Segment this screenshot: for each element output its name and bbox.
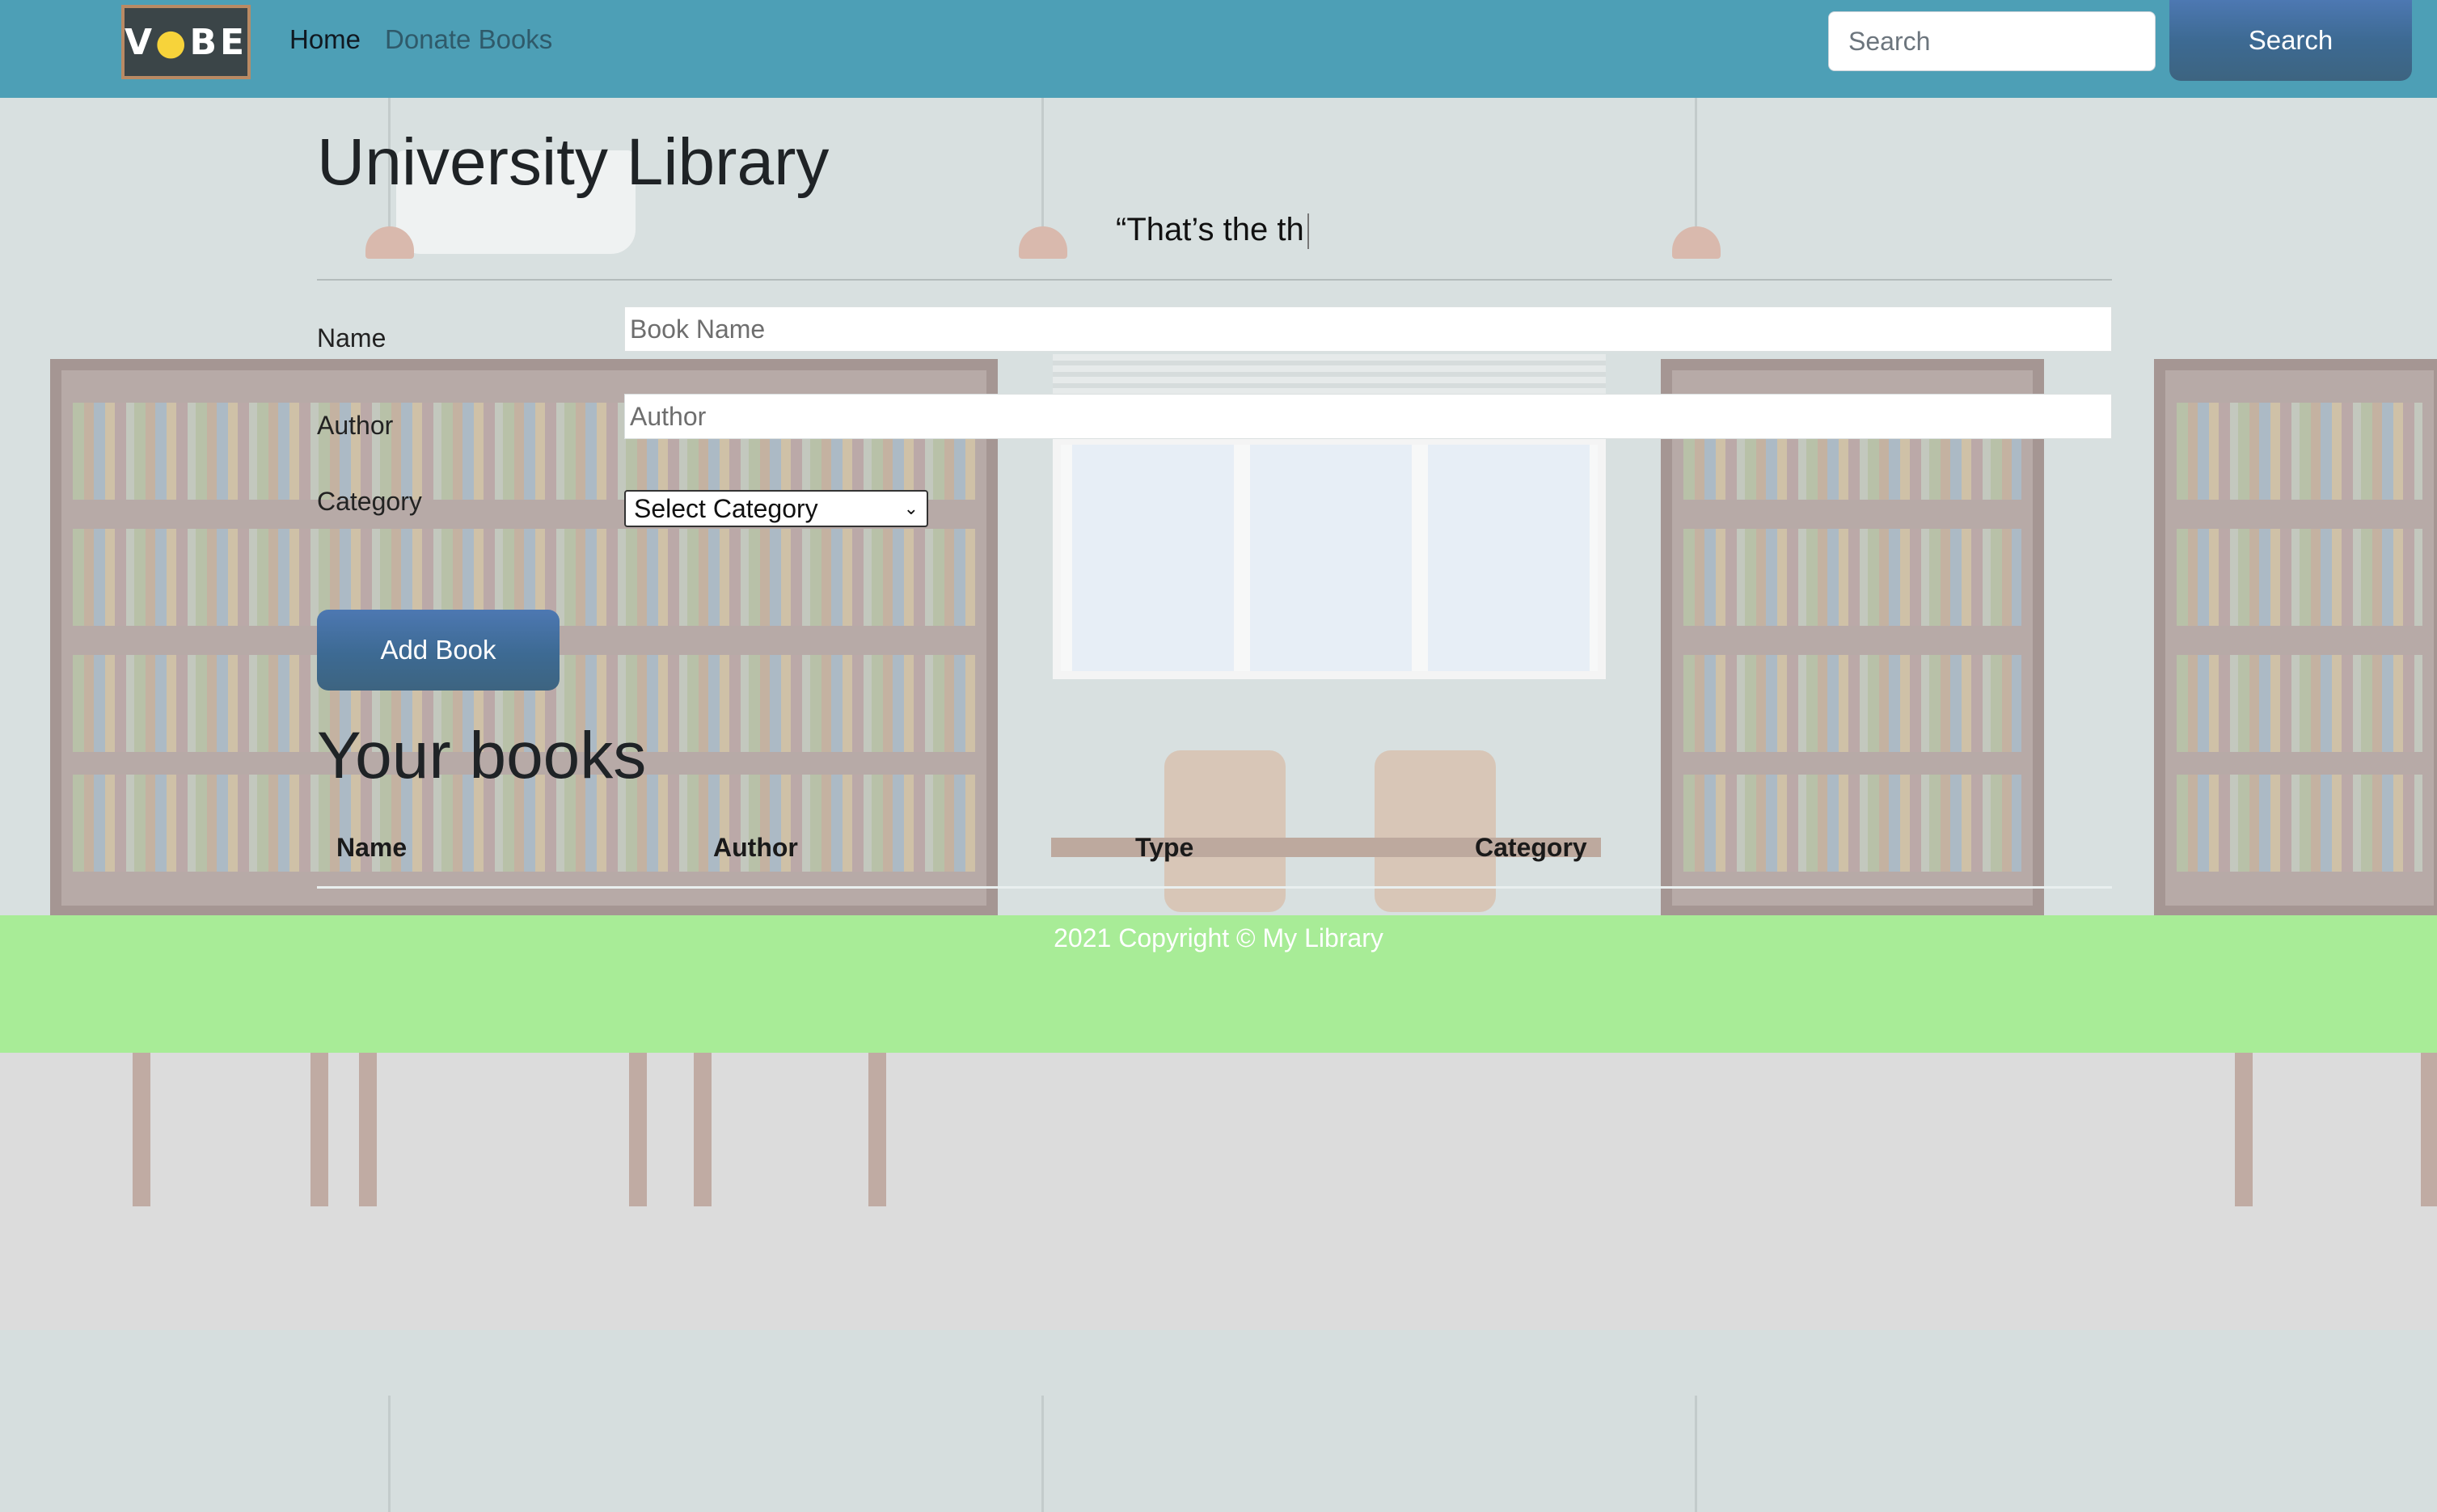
column-header-name: Name	[336, 833, 408, 862]
category-select[interactable]: Select Category ⌄	[624, 490, 928, 527]
your-books-heading: Your books	[317, 719, 647, 792]
typing-caret	[1307, 213, 1309, 250]
page-footer: 2021 Copyright © My Library	[0, 915, 2437, 1053]
copyright-text: 2021 Copyright © My Library	[1054, 923, 1383, 952]
lightbulb-icon: ●	[155, 21, 190, 63]
column-header-author: Author	[713, 833, 798, 862]
page-title: University Library	[317, 125, 830, 199]
add-book-button[interactable]: Add Book	[317, 610, 560, 691]
column-header-type: Type	[1135, 833, 1194, 862]
divider	[317, 279, 2112, 281]
author-input[interactable]	[624, 394, 2112, 439]
nav-link-donate-books[interactable]: Donate Books	[385, 24, 552, 55]
search-input[interactable]	[1828, 11, 2156, 71]
name-label: Name	[317, 323, 386, 353]
typing-quote: “That’s the th	[1116, 212, 1309, 250]
quote-text: “That’s the th	[1116, 212, 1304, 247]
site-logo[interactable]: V ● BE	[121, 5, 251, 79]
table-header-divider	[317, 886, 2112, 889]
category-selected-value: Select Category	[634, 493, 818, 523]
main-content: University Library “That’s the th Name A…	[0, 0, 2437, 1512]
top-navbar: V ● BE Home Donate Books Search	[0, 0, 2437, 98]
chevron-down-icon: ⌄	[903, 498, 919, 518]
column-header-category: Category	[1475, 833, 1587, 862]
search-button[interactable]: Search	[2169, 0, 2412, 81]
nav-link-home[interactable]: Home	[289, 24, 361, 55]
category-label: Category	[317, 487, 422, 516]
author-label: Author	[317, 411, 394, 440]
book-name-input[interactable]	[624, 306, 2112, 352]
